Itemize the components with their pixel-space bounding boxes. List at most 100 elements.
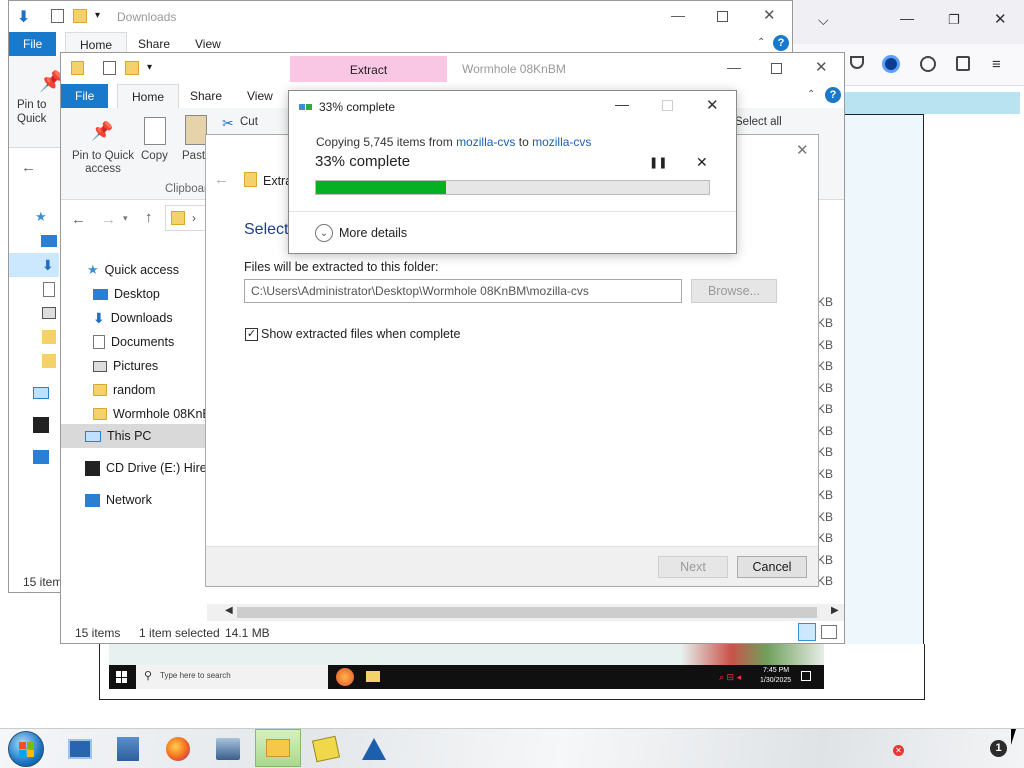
nav-item-downloads[interactable]: ⬇ Downloads <box>93 306 173 330</box>
remote-firefox-icon[interactable] <box>336 668 354 686</box>
nav-item-network[interactable]: Network <box>85 488 152 512</box>
progress-close-button[interactable]: ✕ <box>706 96 719 114</box>
downloads-pin-label[interactable]: Pin to Quick access <box>17 98 63 126</box>
taskbar-explorer-button[interactable] <box>255 729 301 767</box>
wormhole-tab-file[interactable]: File <box>61 84 109 108</box>
folder-path-input[interactable]: C:\Users\Administrator\Desktop\Wormhole … <box>244 279 682 303</box>
wormhole-back-arrow[interactable]: ← <box>71 211 86 228</box>
ribbon-copy-label[interactable]: Copy <box>141 150 168 162</box>
taskbar-network-button[interactable] <box>210 733 246 765</box>
nav-item-documents[interactable]: Documents <box>93 330 174 354</box>
size-cell: KB <box>817 445 834 459</box>
qat-folder-icon[interactable] <box>71 61 84 75</box>
downloads-back-arrow[interactable]: ← <box>21 159 36 176</box>
show-files-checkbox[interactable]: ✓ <box>245 328 258 341</box>
browser-close-button[interactable]: ✕ <box>994 10 1007 28</box>
show-files-label[interactable]: Show extracted files when complete <box>261 327 460 341</box>
scroll-left-arrow[interactable]: ◀ <box>225 605 233 616</box>
qat-properties-icon[interactable] <box>103 61 116 75</box>
wormhole-minimize-button[interactable]: — <box>727 59 741 75</box>
wormhole-tab-home[interactable]: Home <box>117 84 180 108</box>
taskbar-stickies-button[interactable] <box>308 733 344 765</box>
to-word: to <box>515 135 533 149</box>
wizard-close-button[interactable]: ✕ <box>796 141 809 159</box>
cancel-button[interactable]: Cancel <box>737 556 807 578</box>
taskbar-vpn-button[interactable] <box>356 733 392 765</box>
ribbon-select-all-label[interactable]: Select all <box>735 116 782 128</box>
nav-item-this-pc[interactable]: This PC <box>85 424 151 448</box>
downloads-maximize-button[interactable] <box>717 11 728 22</box>
remote-notification-icon[interactable] <box>801 671 811 681</box>
browser-minimize-button[interactable]: — <box>900 10 914 26</box>
ribbon-copy-icon[interactable] <box>144 117 166 145</box>
qat-newfolder-icon[interactable] <box>125 61 139 75</box>
wormhole-maximize-button[interactable] <box>771 63 782 74</box>
downloads-tab-file[interactable]: File <box>9 32 57 56</box>
pause-button[interactable]: ❚❚ <box>649 156 667 169</box>
remote-explorer-icon[interactable] <box>366 671 380 682</box>
notification-badge[interactable]: 1 <box>990 740 1007 757</box>
size-cell: KB <box>817 359 834 373</box>
nav-item-desktop[interactable]: Desktop <box>93 282 160 306</box>
extensions-icon[interactable] <box>956 56 970 71</box>
downloads-close-button[interactable]: ✕ <box>763 6 776 24</box>
logo-pane <box>27 742 34 749</box>
remote-screen-banner <box>844 92 1020 114</box>
large-icons-view-icon[interactable] <box>821 625 837 639</box>
ribbon-cut-label[interactable]: Cut <box>240 116 258 128</box>
qat-folder-icon[interactable] <box>73 9 87 23</box>
logo-pane <box>27 750 34 757</box>
nav-item-cd-drive[interactable]: CD Drive (E:) Hiren' <box>85 456 216 480</box>
ribbon-pin-label[interactable]: Pin to Quick access <box>67 150 139 176</box>
browser-chevron-icon[interactable]: ⌵ <box>818 12 829 29</box>
wormhole-up-arrow[interactable]: ↑ <box>145 209 153 226</box>
downloads-minimize-button[interactable]: — <box>671 7 685 23</box>
wormhole-tab-view[interactable]: View <box>233 84 287 108</box>
taskbar-firefox-button[interactable] <box>160 733 196 765</box>
downloads-help-icon[interactable]: ? <box>773 35 789 51</box>
more-details-button[interactable]: ⌄ More details <box>315 223 435 243</box>
ribbon-pin-icon[interactable]: 📌 <box>91 121 113 142</box>
taskbar-ie-button[interactable] <box>62 733 98 765</box>
wormhole-ribbon-collapse-icon[interactable]: ⌃ <box>807 89 815 100</box>
nav-item-wormhole[interactable]: Wormhole 08KnBM <box>93 402 221 426</box>
wormhole-help-icon[interactable]: ? <box>825 87 841 103</box>
nav-item-pictures[interactable]: Pictures <box>93 354 158 378</box>
wormhole-title: Wormhole 08KnBM <box>462 62 566 76</box>
remote-search-box[interactable]: ⚲ Type here to search <box>136 665 328 689</box>
browser-restore-button[interactable]: ❐ <box>948 12 960 28</box>
wormhole-close-button[interactable]: ✕ <box>815 58 828 76</box>
details-view-icon[interactable] <box>798 623 816 641</box>
wormhole-forward-arrow[interactable]: → <box>101 211 116 228</box>
progress-minimize-button[interactable]: — <box>615 96 629 112</box>
start-orb-button[interactable] <box>8 731 44 767</box>
nav-item-random[interactable]: random <box>93 378 155 402</box>
wizard-back-arrow[interactable]: ← <box>214 171 229 188</box>
scroll-right-arrow[interactable]: ▶ <box>831 605 839 616</box>
copy-summary: Copying 5,745 items from mozilla-cvs to … <box>316 135 591 149</box>
extract-contextual-tab[interactable]: Extract <box>290 56 447 82</box>
downloads-ribbon-collapse-icon[interactable]: ⌃ <box>757 37 765 48</box>
remote-start-icon[interactable] <box>116 671 128 683</box>
destination-link[interactable]: mozilla-cvs <box>532 135 591 149</box>
profile-icon[interactable] <box>920 56 936 72</box>
downloads-title: Downloads <box>117 10 177 24</box>
next-button[interactable]: Next <box>658 556 728 578</box>
qat-dropdown-icon[interactable]: ▾ <box>95 10 100 21</box>
wormhole-tab-share[interactable]: Share <box>176 84 236 108</box>
source-link[interactable]: mozilla-cvs <box>456 135 515 149</box>
taskbar-server-manager-button[interactable] <box>110 733 146 765</box>
wormhole-recent-dropdown[interactable]: ▾ <box>123 213 128 224</box>
tray-network-error-icon[interactable]: ✕ <box>893 745 904 756</box>
qat-properties-icon[interactable] <box>51 9 64 23</box>
menu-icon[interactable]: ≡ <box>992 56 1001 73</box>
ribbon-paste-icon[interactable] <box>185 115 207 145</box>
cancel-copy-button[interactable]: ✕ <box>696 154 708 171</box>
firefox-account-icon[interactable] <box>882 55 900 73</box>
qat-dropdown-icon[interactable]: ▾ <box>147 62 152 73</box>
browse-button[interactable]: Browse... <box>691 279 777 303</box>
horizontal-scrollbar[interactable]: ◀ ▶ <box>207 604 844 621</box>
scissors-icon[interactable]: ✂ <box>222 115 234 132</box>
scroll-thumb[interactable] <box>237 607 817 618</box>
nav-item-quick-access[interactable]: ★ Quick access <box>87 258 179 282</box>
